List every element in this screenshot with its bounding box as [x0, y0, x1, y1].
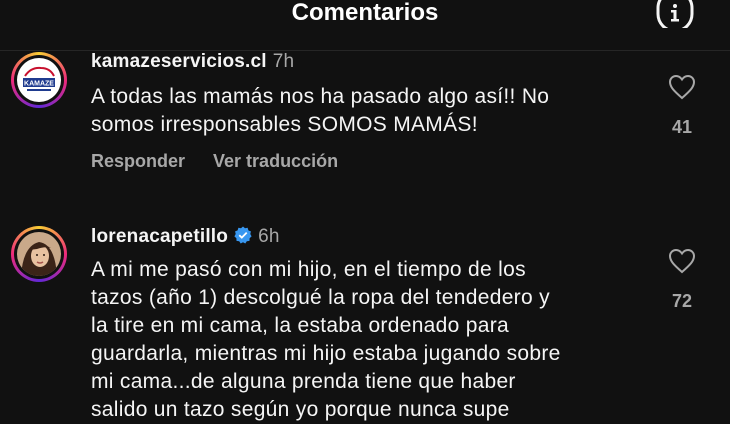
profile-photo-icon [17, 232, 61, 276]
comment-time: 6h [258, 226, 280, 247]
verified-badge-icon [234, 226, 252, 250]
username-text[interactable]: kamazeservicios.cl [91, 51, 267, 72]
heart-icon [668, 248, 696, 274]
like-count: 41 [671, 117, 693, 137]
avatar[interactable]: KAMAZE [11, 52, 67, 108]
info-icon [656, 0, 694, 33]
kamaze-logo-icon: KAMAZE [17, 58, 61, 102]
page-title: Comentarios [291, 0, 439, 26]
info-button[interactable] [655, 0, 695, 33]
comment-username[interactable]: kamazeservicios.cl 7h [91, 51, 294, 73]
comments-header: Comentarios [0, 0, 730, 51]
comment-text: A todas las mamás nos ha pasado algo así… [91, 85, 550, 136]
comment-username[interactable]: lorenacapetillo 6h [91, 226, 280, 250]
comment-actions: Responder Ver traducción [91, 151, 366, 172]
avatar[interactable] [11, 226, 67, 282]
comment-time: 7h [272, 51, 295, 72]
heart-icon [668, 74, 696, 100]
like-count: 72 [671, 291, 693, 311]
avatar-logo-text: KAMAZE [24, 81, 54, 88]
comment-text: A mi me pasó con mi hijo, en el tiempo d… [91, 258, 561, 421]
like-button[interactable]: 72 [662, 248, 702, 312]
username-text[interactable]: lorenacapetillo [91, 226, 228, 247]
like-button[interactable]: 41 [662, 74, 702, 138]
translate-button[interactable]: Ver traducción [213, 151, 338, 171]
reply-button[interactable]: Responder [91, 151, 185, 171]
